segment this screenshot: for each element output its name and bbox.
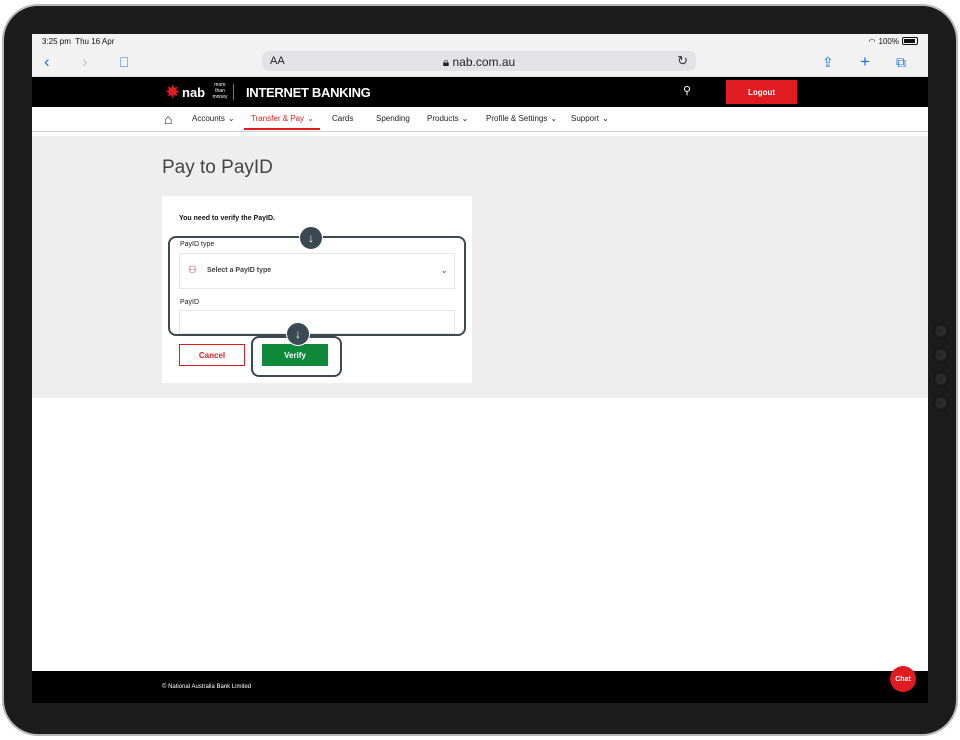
search-icon[interactable]: ⚲ [683,84,691,97]
nav-item-accounts[interactable]: Accounts ⌄ [192,114,235,123]
status-time: 3:25 pm [42,36,71,46]
copyright-text: © National Australia Bank Limited [162,684,252,690]
tagline: more than money [212,82,228,100]
nav-item-support[interactable]: Support ⌄ [571,114,609,123]
side-buttons [934,324,948,420]
page-title: Pay to PayID [162,157,273,178]
status-date: Thu 16 Apr [75,36,115,46]
verify-notice: You need to verify the PayID. [179,215,275,222]
arrow-down-icon: ↓ [286,322,310,346]
nav-item-transfer-pay[interactable]: Transfer & Pay ⌄ [251,114,314,123]
main-nav: ⌂ Accounts ⌄ Transfer & Pay ⌄ Cards Spendi… [32,107,928,132]
chevron-down-icon: ⌄ [227,114,235,123]
address-bar[interactable]: AA 🔒︎ nab.com.au ↻ [262,51,696,71]
url-text: nab.com.au [452,55,516,69]
header-divider [233,84,234,100]
lock-icon: 🔒︎ [442,55,450,69]
back-icon[interactable]: ‹ [44,53,50,71]
screen: 3:25 pm Thu 16 Apr ◠ 100% ‹ › ⎕ AA 🔒︎ na… [32,34,928,703]
forward-icon[interactable]: › [82,53,88,71]
highlight-frame-fields [168,236,466,336]
nab-logo[interactable]: nab [182,85,205,100]
logout-button[interactable]: Logout [726,80,797,104]
browser-toolbar: ‹ › ⎕ AA 🔒︎ nab.com.au ↻ ⇪ + ⧉ [32,48,928,77]
reload-icon[interactable]: ↻ [677,53,688,69]
nav-item-products[interactable]: Products ⌄ [427,114,468,123]
chat-button[interactable]: Chat [890,666,916,692]
nav-item-spending[interactable]: Spending [376,114,410,123]
new-tab-icon[interactable]: + [860,53,870,71]
battery-icon [902,37,918,45]
chevron-down-icon: ⌄ [461,114,469,123]
site-title: INTERNET BANKING [246,85,371,100]
site-footer: © National Australia Bank Limited [32,671,928,703]
chevron-down-icon: ⌄ [550,114,558,123]
cancel-button[interactable]: Cancel [179,344,245,366]
main-content: Pay to PayID You need to verify the PayI… [32,136,928,398]
chevron-down-icon: ⌄ [307,114,314,123]
nab-star-icon: ✸ [165,82,181,102]
nav-item-profile-settings[interactable]: Profile & Settings ⌄ [486,114,557,123]
bookmarks-icon[interactable]: ⎕ [120,53,128,71]
chevron-down-icon: ⌄ [602,114,609,123]
nav-item-cards[interactable]: Cards [332,114,353,123]
arrow-down-icon: ↓ [299,226,323,250]
wifi-icon: ◠ [868,36,876,46]
battery-percent: 100% [878,36,899,46]
home-icon[interactable]: ⌂ [164,111,172,127]
share-icon[interactable]: ⇪ [822,53,834,71]
tabs-icon[interactable]: ⧉ [896,53,906,71]
status-bar: 3:25 pm Thu 16 Apr ◠ 100% [32,34,928,48]
site-header: ✸ nab more than money INTERNET BANKING ⚲ L… [32,77,928,107]
active-nav-underline [244,128,320,130]
